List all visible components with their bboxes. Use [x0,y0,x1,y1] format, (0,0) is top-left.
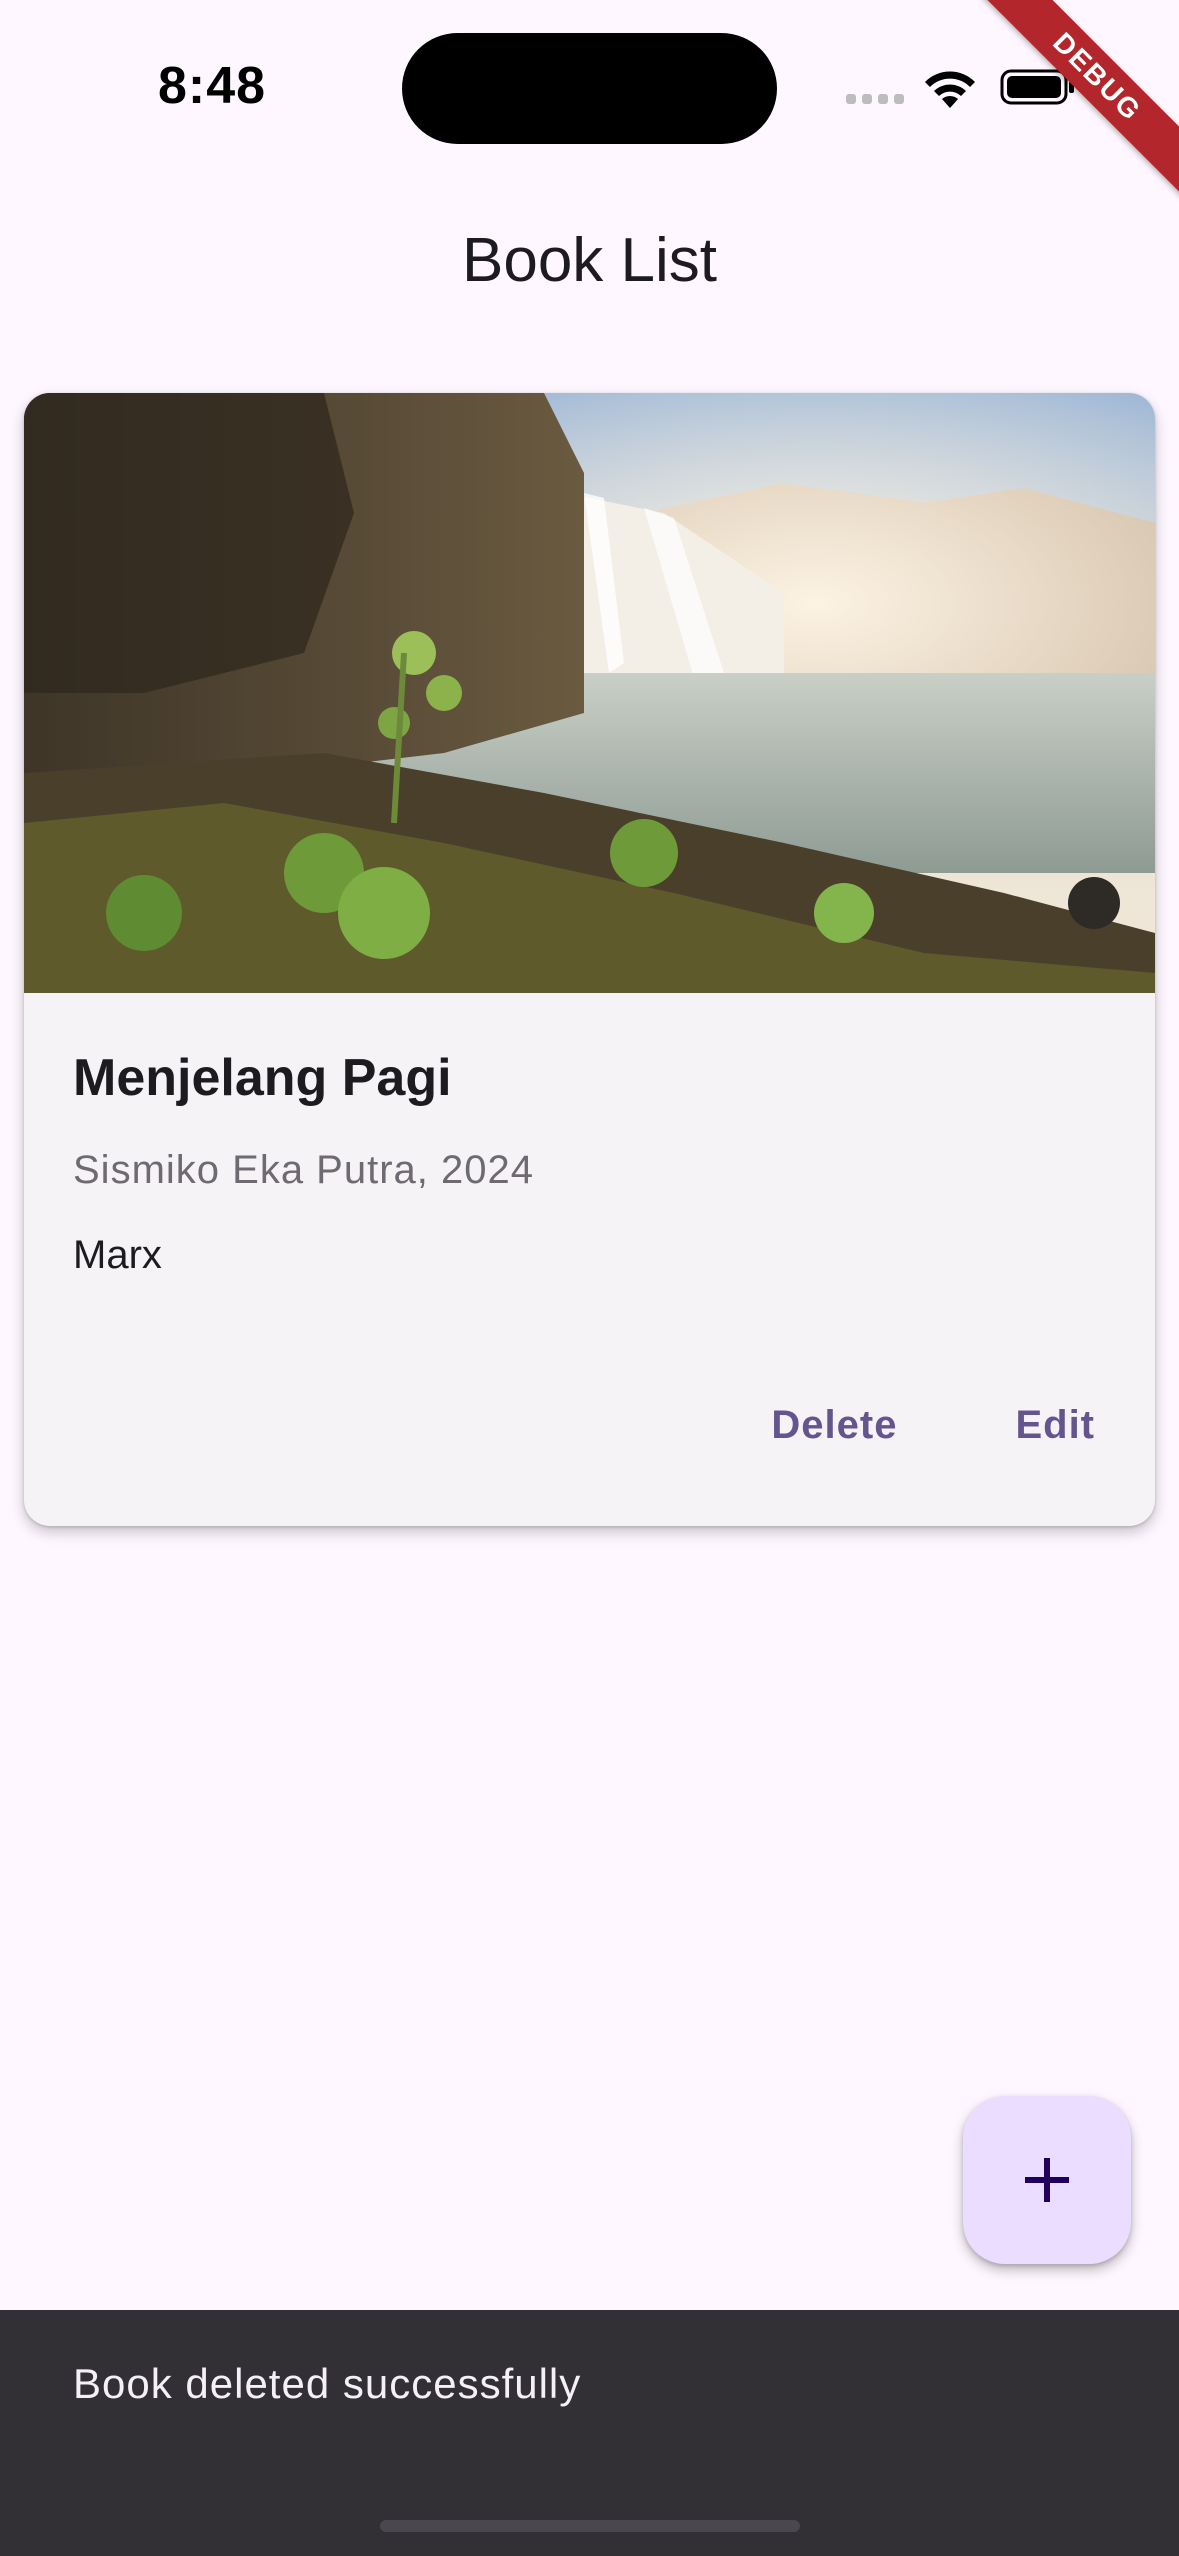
book-card: Menjelang Pagi Sismiko Eka Putra, 2024 M… [24,393,1155,1526]
book-cover-image [24,393,1155,993]
snackbar-message: Book deleted successfully [73,2360,582,2407]
status-bar: 8:48 DEBUG [0,0,1179,207]
card-actions: Delete Edit [771,1403,1095,1448]
page-title: Book List [461,226,718,295]
add-book-button[interactable] [963,2096,1131,2264]
app-bar: Book List [0,170,1179,350]
delete-button[interactable]: Delete [771,1403,897,1448]
cellular-signal-icon [846,94,904,104]
status-time: 8:48 [158,57,267,115]
book-title: Menjelang Pagi [73,1049,452,1107]
plus-icon [1025,2158,1069,2202]
dynamic-island [402,33,777,144]
wifi-icon [925,71,975,108]
home-indicator[interactable] [380,2520,800,2532]
book-description: Marx [73,1233,162,1277]
edit-button[interactable]: Edit [1015,1403,1095,1448]
book-author-year: Sismiko Eka Putra, 2024 [73,1148,534,1192]
